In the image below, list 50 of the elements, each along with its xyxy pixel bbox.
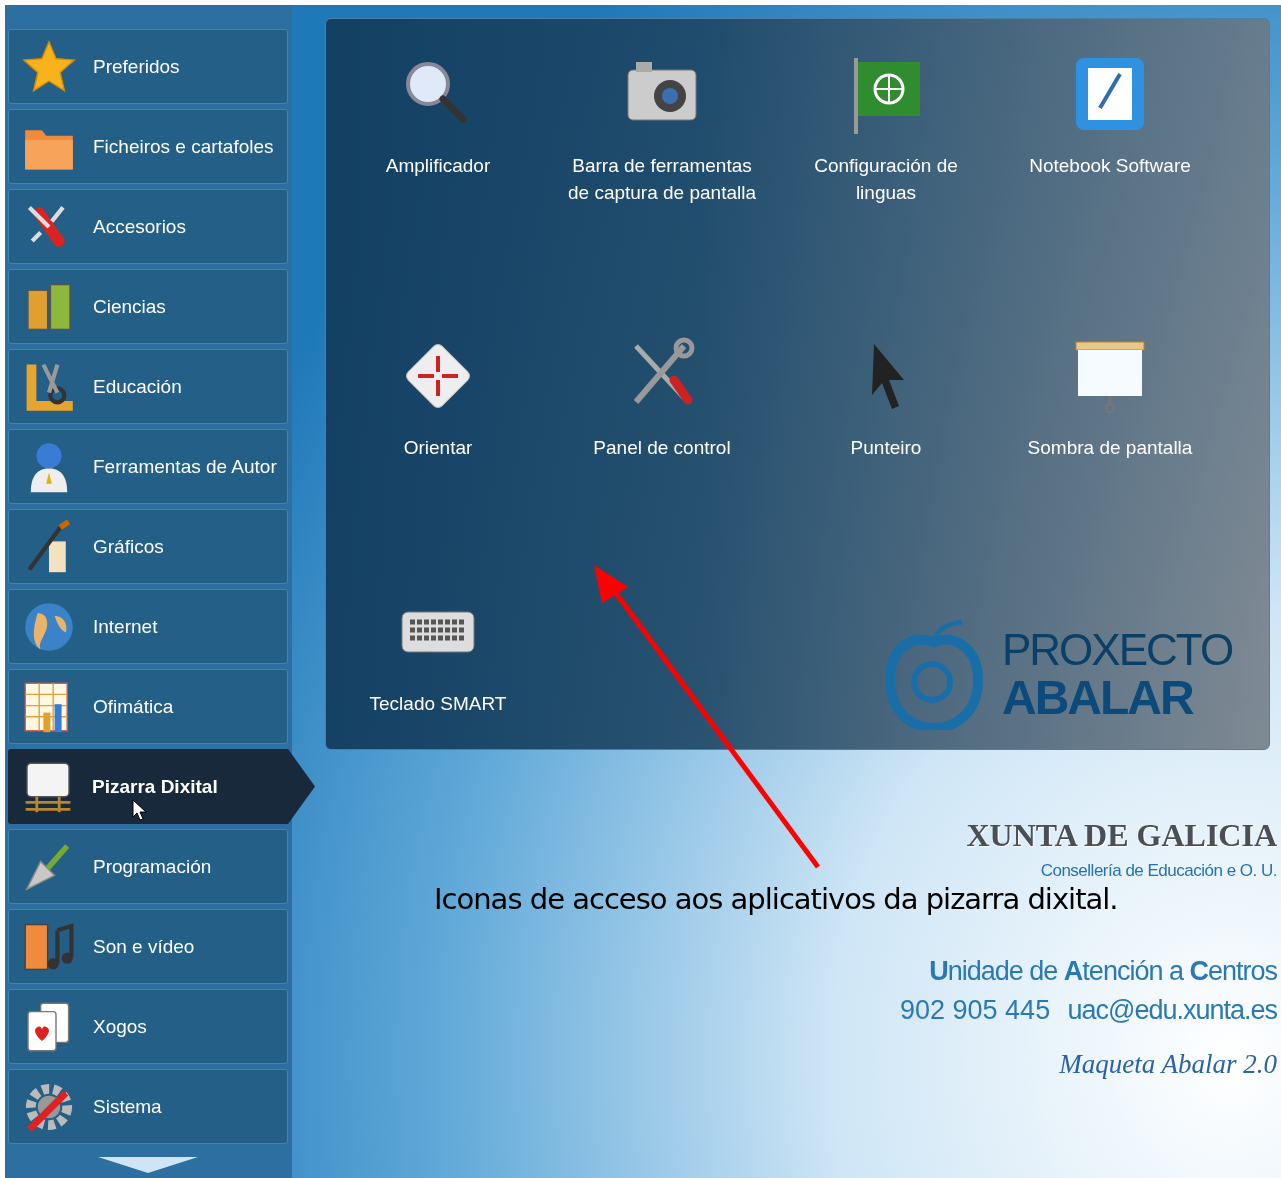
sidebar-label: Gráficos — [93, 535, 164, 558]
app-launcher[interactable]: Punteiro — [774, 336, 998, 592]
sidebar-label: Ciencias — [93, 295, 166, 318]
app-launcher[interactable]: Notebook Software — [998, 54, 1222, 336]
sidebar-label: Sistema — [93, 1095, 162, 1118]
logo-text: ABALAR — [1002, 673, 1195, 723]
apple-logo-icon — [884, 620, 984, 730]
sidebar-item[interactable]: Ferramentas de Autor — [8, 429, 288, 504]
sidebar-item[interactable]: Educación — [8, 349, 288, 424]
sidebar-item[interactable]: Gráficos — [8, 509, 288, 584]
scroll-down-icon[interactable] — [98, 1157, 198, 1173]
department-name: Consellería de Educación e O. U. — [1040, 861, 1277, 881]
sidebar-label: Accesorios — [93, 215, 186, 238]
sidebar-item[interactable]: Ofimática — [8, 669, 288, 744]
email-address: uac@edu.xunta.es — [1067, 995, 1277, 1026]
sidebar-label: Xogos — [93, 1015, 147, 1038]
version-text: Maqueta Abalar 2.0 — [1059, 1049, 1277, 1080]
org-name: XUNTA DE GALICIA — [966, 817, 1277, 854]
phone-number: 902 905 445 — [900, 995, 1051, 1026]
app-launcher[interactable]: Sombra de pantalla — [998, 336, 1222, 592]
app-launcher[interactable]: Teclado SMART — [326, 592, 550, 749]
sidebar-label: Programación — [93, 855, 212, 878]
sidebar-item[interactable]: Pizarra Dixital — [8, 749, 315, 824]
sidebar-label: Internet — [93, 615, 158, 638]
annotation-text: Iconas de acceso aos aplicativos da pizarra dixital. — [434, 882, 1118, 916]
cursor-icon — [132, 799, 146, 821]
sidebar-label: Pizarra Dixital — [92, 775, 218, 798]
star-icon — [21, 38, 77, 95]
sidebar-item[interactable]: Accesorios — [8, 189, 288, 264]
sidebar-item[interactable]: Ciencias — [8, 269, 288, 344]
app-launcher[interactable]: Barra de ferramentas de captura de pantalla — [550, 54, 774, 336]
sidebar-item[interactable]: Programación — [8, 829, 288, 904]
sidebar-label: Preferidos — [93, 55, 180, 78]
sidebar-item[interactable]: Ficheiros e cartafoles — [8, 109, 288, 184]
sidebar-label: Ficheiros e cartafoles — [93, 135, 274, 158]
sidebar-label: Educación — [93, 375, 182, 398]
sidebar-item[interactable]: Sistema — [8, 1069, 288, 1144]
sidebar-item[interactable]: Son e vídeo — [8, 909, 288, 984]
sidebar-item[interactable]: Xogos — [8, 989, 288, 1064]
app-launcher[interactable]: Panel de control — [550, 336, 774, 592]
app-launcher[interactable]: Amplificador — [326, 54, 550, 336]
app-launcher[interactable]: Orientar — [326, 336, 550, 592]
sidebar-item[interactable]: Preferidos — [8, 29, 288, 104]
sidebar-label: Son e vídeo — [93, 935, 195, 958]
app-launcher[interactable]: Configuración de linguas — [774, 54, 998, 336]
sidebar-label: Ofimática — [93, 695, 174, 718]
sidebar-label: Ferramentas de Autor — [93, 455, 277, 478]
unit-name: Unidade de Atención a Centros — [929, 956, 1277, 987]
logo-text: PROXECTO — [1002, 627, 1233, 673]
sidebar-item[interactable]: Internet — [8, 589, 288, 664]
